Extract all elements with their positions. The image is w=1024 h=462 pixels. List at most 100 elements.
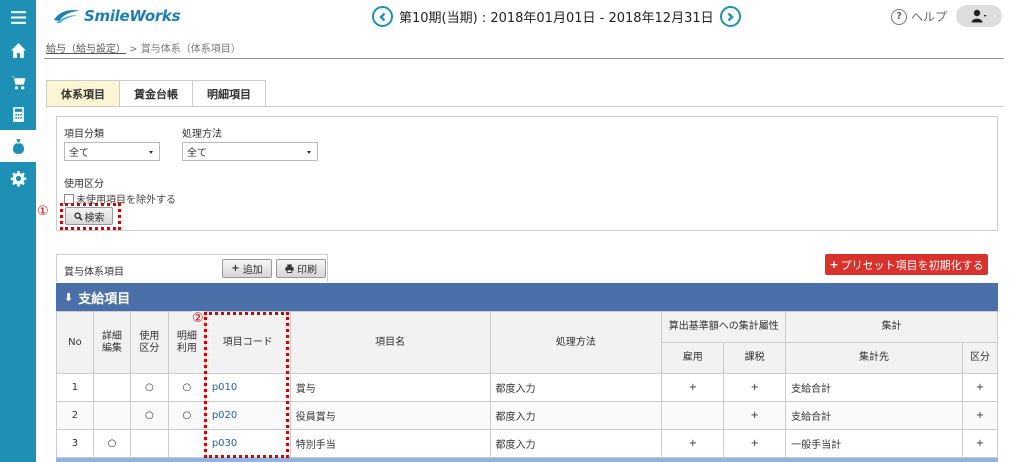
sidebar-item-settings[interactable] (0, 162, 36, 194)
cell-method: 都度入力 (489, 401, 663, 430)
cell-detail-usage: ○ (167, 401, 206, 430)
annotation-number-1: ① (37, 204, 49, 219)
add-button[interactable]: + 追加 (222, 259, 272, 278)
period-selector: 第10期(当期) : 2018年01月01日 - 2018年12月31日 (372, 6, 741, 27)
chevron-right-icon (727, 12, 734, 21)
annotation-highlight-1 (60, 203, 121, 230)
next-row-highlight (56, 458, 998, 462)
cell-name: 賞与 (289, 373, 491, 402)
cell-name: 特別手当 (289, 429, 491, 458)
caret-down-icon (149, 151, 153, 154)
category-label: 項目分類 (64, 129, 104, 140)
caret-down-icon (307, 151, 311, 154)
method-select[interactable]: 全て (182, 142, 318, 161)
period-label: 第10期(当期) : 2018年01月01日 - 2018年12月31日 (399, 11, 714, 26)
print-button[interactable]: 印刷 (276, 259, 326, 278)
cell-method: 都度入力 (489, 429, 663, 458)
exclude-unused-checkbox[interactable] (64, 193, 74, 204)
printer-icon (285, 264, 294, 273)
breadcrumb-link-payroll[interactable]: 給与（給与設定） (46, 44, 126, 55)
breadcrumb-divider (44, 58, 1004, 59)
breadcrumb-separator: > (126, 44, 141, 55)
cell-detail-edit[interactable]: ○ (92, 429, 131, 458)
sidebar-item-payroll[interactable] (0, 130, 36, 162)
print-button-label: 印刷 (297, 265, 317, 276)
menu-button[interactable] (0, 0, 36, 34)
column-header-no: No (56, 311, 94, 374)
table-row: 3 ○ p030 特別手当 都度入力 + + 一般手当計 + (56, 429, 999, 458)
table-row: 1 ○ ○ p010 賞与 都度入力 + + 支給合計 + (56, 373, 999, 402)
user-icon (971, 9, 987, 23)
chevron-left-icon (378, 12, 385, 21)
filter-panel: 項目分類 全て 処理方法 全て 使用区分 未使用項目を除外する 検索 ① (37, 116, 998, 231)
arrow-down-icon: ⬇ (64, 290, 74, 304)
cart-icon (10, 75, 25, 89)
sidebar-item-home[interactable] (0, 34, 36, 66)
top-header: SmileWorks 第10期(当期) : 2018年01月01日 - 2018… (36, 0, 1024, 33)
calculator-icon (12, 106, 24, 122)
column-group-calc-attributes: 算出基準額への集計屬性 (661, 311, 787, 343)
sidebar-item-cart[interactable] (0, 66, 36, 98)
section-title: 支給項目 (78, 291, 131, 307)
items-table: No 詳細 編集 使用 区分 明細 利用 項目コード 項目名 処理方法 算出基準… (56, 311, 999, 458)
next-period-button[interactable] (719, 6, 741, 27)
cell-detail-usage: ○ (167, 373, 206, 402)
section-header-payment-items[interactable]: ⬇ 支給項目 (56, 283, 998, 311)
cell-detail-edit[interactable] (92, 373, 131, 402)
cell-usage: ○ (129, 373, 169, 402)
action-bar-title: 賞与体系項目 (64, 267, 124, 278)
tab-divider (46, 106, 1004, 107)
reset-preset-button[interactable]: + プリセット項目を初期化する (825, 254, 988, 275)
cell-no: 2 (56, 401, 94, 430)
cell-division: + (961, 373, 999, 402)
cell-division: + (961, 429, 999, 458)
tab-system-items[interactable]: 体系項目 (46, 80, 120, 106)
cell-employment: + (661, 429, 725, 458)
money-bag-icon (12, 138, 24, 154)
method-select-value: 全て (187, 148, 207, 159)
logo-swoosh-icon (54, 10, 80, 23)
plus-icon: + (231, 263, 240, 274)
cell-tax: + (723, 429, 787, 458)
cell-employment: + (661, 373, 725, 402)
tab-statement-items[interactable]: 明細項目 (192, 80, 266, 106)
cell-detail-usage (167, 429, 206, 458)
sidebar (0, 0, 36, 462)
cell-employment (661, 401, 725, 430)
cell-detail-edit[interactable] (92, 401, 131, 430)
gear-icon (10, 170, 26, 187)
cell-name: 役員賞与 (289, 401, 491, 430)
previous-period-button[interactable] (372, 6, 393, 27)
category-select[interactable]: 全て (64, 142, 160, 161)
cell-usage: ○ (129, 401, 169, 430)
cell-target: 一般手当計 (785, 429, 963, 458)
column-header-tax: 課税 (723, 342, 787, 374)
question-icon: ? (891, 8, 907, 25)
annotation-number-2: ② (192, 311, 204, 326)
reset-preset-label: プリセット項目を初期化する (840, 258, 984, 272)
help-link[interactable]: ? ヘルプ (891, 8, 947, 25)
sidebar-item-calculator[interactable] (0, 98, 36, 130)
category-select-value: 全て (69, 148, 89, 159)
table-row: 2 ○ ○ p020 役員賞与 都度入力 + 支給合計 + (56, 401, 999, 430)
cell-target: 支給合計 (785, 401, 963, 430)
breadcrumb: 給与（給与設定） > 賞与体系（体系項目） (46, 40, 241, 55)
tab-bar: 体系項目 賃金台帳 明細項目 (46, 80, 266, 106)
column-header-usage: 使用 区分 (129, 311, 169, 374)
tab-wage-ledger[interactable]: 賃金台帳 (119, 80, 193, 106)
usage-label: 使用区分 (64, 179, 104, 190)
cell-usage (129, 429, 169, 458)
logo: SmileWorks (52, 5, 181, 27)
column-group-aggregate: 集計 (785, 311, 998, 343)
column-header-aggregate-target: 集計先 (785, 342, 963, 374)
column-header-detail-edit: 詳細 編集 (92, 311, 131, 374)
help-label: ヘルプ (911, 10, 948, 24)
method-label: 処理方法 (182, 129, 222, 140)
cell-division: + (961, 401, 999, 430)
menu-icon (10, 10, 26, 24)
column-header-name: 項目名 (289, 311, 491, 374)
user-menu-button[interactable] (956, 5, 1002, 27)
plus-icon: + (829, 258, 839, 271)
column-header-division: 区分 (961, 342, 999, 374)
cell-method: 都度入力 (489, 373, 663, 402)
